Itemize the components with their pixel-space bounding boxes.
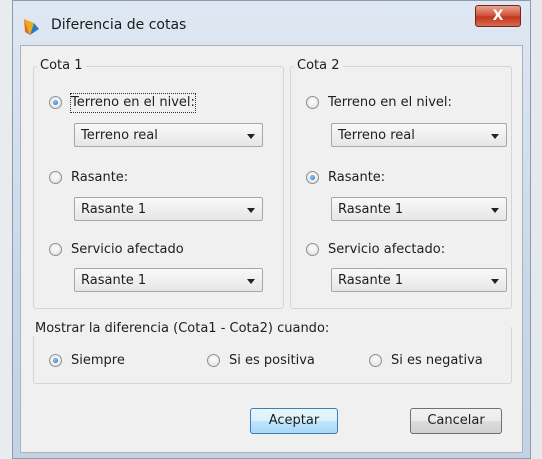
radio-button-icon xyxy=(306,243,319,256)
chevron-down-icon xyxy=(491,279,499,284)
siempre-label: Siempre xyxy=(71,353,125,368)
cota2-rasante-value: Rasante 1 xyxy=(338,202,404,217)
background-left-strip xyxy=(0,0,12,459)
cota1-terreno-label: Terreno en el nivel: xyxy=(70,93,196,113)
cota1-group: Cota 1 Terreno en el nivel: Terreno real… xyxy=(33,58,284,309)
chevron-down-icon xyxy=(247,134,255,139)
cota1-rasante-dropdown[interactable]: Rasante 1 xyxy=(74,197,263,221)
dialog-client-area: Cota 1 Terreno en el nivel: Terreno real… xyxy=(20,45,523,453)
chevron-down-icon xyxy=(247,208,255,213)
radio-button-icon xyxy=(49,354,62,367)
window-title: Diferencia de cotas xyxy=(51,17,187,33)
radio-button-icon xyxy=(306,171,319,184)
accept-button[interactable]: Aceptar xyxy=(250,408,338,434)
chevron-down-icon xyxy=(491,208,499,213)
cota1-terreno-dropdown[interactable]: Terreno real xyxy=(74,123,263,147)
cota1-rasante-label: Rasante: xyxy=(71,170,129,185)
radio-button-icon xyxy=(49,96,62,109)
positiva-label: Si es positiva xyxy=(229,353,315,368)
dialog-window: Diferencia de cotas X Cota 1 Terreno en … xyxy=(12,0,531,459)
chevron-down-icon xyxy=(491,134,499,139)
mostrar-title: Mostrar la diferencia (Cota1 - Cota2) cu… xyxy=(33,321,332,336)
cota2-terreno-dropdown[interactable]: Terreno real xyxy=(331,123,507,147)
title-bar[interactable]: Diferencia de cotas X xyxy=(13,1,530,45)
cota2-servicio-label: Servicio afectado: xyxy=(328,242,446,257)
radio-button-icon xyxy=(49,171,62,184)
radio-button-icon xyxy=(369,354,382,367)
cota1-servicio-dropdown[interactable]: Rasante 1 xyxy=(74,268,263,292)
background-right-strip xyxy=(531,0,542,459)
cota1-rasante-value: Rasante 1 xyxy=(81,202,147,217)
cota2-servicio-value: Rasante 1 xyxy=(338,273,404,288)
cota2-rasante-label: Rasante: xyxy=(328,170,386,185)
cota2-servicio-dropdown[interactable]: Rasante 1 xyxy=(331,268,507,292)
app-icon xyxy=(24,19,39,35)
cota1-terreno-value: Terreno real xyxy=(81,128,158,143)
cota2-rasante-dropdown[interactable]: Rasante 1 xyxy=(331,197,507,221)
cota1-servicio-label: Servicio afectado xyxy=(71,242,184,257)
close-button[interactable]: X xyxy=(475,5,521,27)
radio-button-icon xyxy=(49,243,62,256)
radio-button-icon xyxy=(207,354,220,367)
cota2-group: Cota 2 Terreno en el nivel: Terreno real… xyxy=(290,58,512,309)
cota1-title: Cota 1 xyxy=(37,58,86,73)
cota1-servicio-value: Rasante 1 xyxy=(81,273,147,288)
cota2-title: Cota 2 xyxy=(294,58,343,73)
cota2-terreno-label: Terreno en el nivel: xyxy=(328,95,452,110)
radio-button-icon xyxy=(306,96,319,109)
cota2-terreno-value: Terreno real xyxy=(338,128,415,143)
mostrar-group: Mostrar la diferencia (Cota1 - Cota2) cu… xyxy=(33,321,512,384)
chevron-down-icon xyxy=(247,279,255,284)
negativa-label: Si es negativa xyxy=(391,353,483,368)
cancel-button[interactable]: Cancelar xyxy=(410,408,502,434)
